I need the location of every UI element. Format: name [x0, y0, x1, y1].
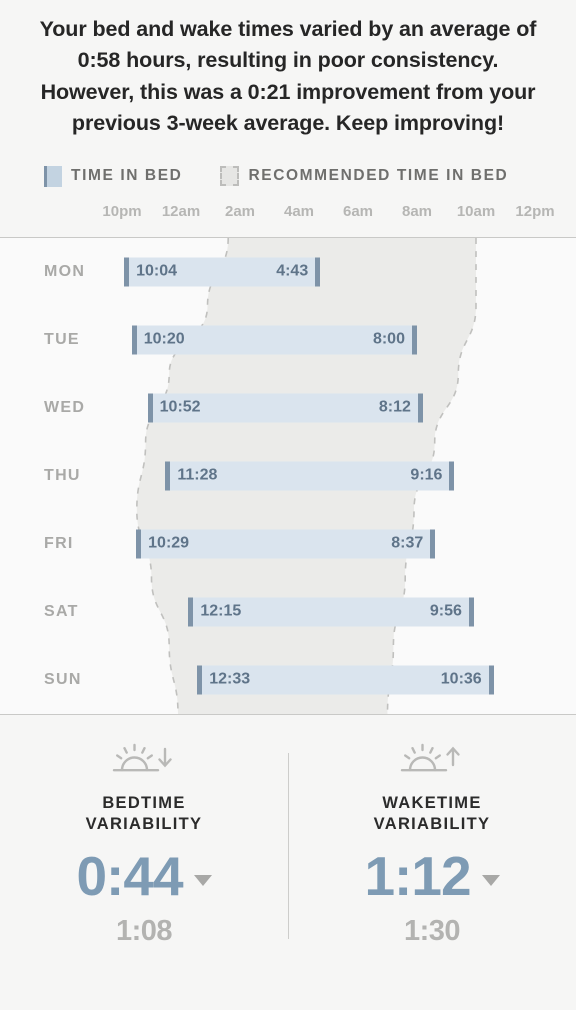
bar-end-time: 9:56	[429, 602, 462, 620]
chevron-down-icon[interactable]	[193, 875, 212, 887]
chart-row-mon[interactable]: MON 10:04 4:43	[0, 252, 576, 292]
stat-bedtime-variability[interactable]: BEDTIME VARIABILITY 0:44 1:08	[0, 715, 288, 977]
bar-start-time: 12:33	[209, 670, 251, 688]
axis-tick-2am: 2am	[224, 202, 256, 220]
legend-item-label: TIME IN BED	[71, 167, 183, 184]
stat-value-row[interactable]: 0:44	[76, 845, 212, 908]
time-in-bed-bar[interactable]: 12:33 10:36	[197, 665, 494, 694]
stat-value-row[interactable]: 1:12	[364, 845, 500, 908]
chart-row-sun[interactable]: SUN 12:33 10:36	[0, 660, 576, 700]
variability-stats: BEDTIME VARIABILITY 0:44 1:08 WAKETIME V…	[0, 715, 576, 977]
bar-start-time: 12:15	[200, 602, 242, 620]
axis-tick-4am: 4am	[283, 202, 315, 220]
time-in-bed-bar[interactable]: 10:52 8:12	[147, 393, 423, 422]
bar-start-time: 10:04	[136, 262, 177, 280]
stat-title-line1: BEDTIME	[102, 793, 186, 812]
axis-tick-10pm: 10pm	[102, 202, 142, 220]
chart-row-fri[interactable]: FRI 10:29 8:37	[0, 524, 576, 564]
day-label-sun: SUN	[44, 670, 82, 688]
time-in-bed-bar[interactable]: 11:28 9:16	[165, 461, 455, 490]
dashed-swatch-icon	[220, 166, 240, 186]
sunrise-icon	[400, 743, 460, 771]
stat-value: 0:44	[76, 845, 183, 908]
time-in-bed-bar[interactable]: 10:29 8:37	[136, 529, 436, 558]
chart-row-sat[interactable]: SAT 12:15 9:56	[0, 592, 576, 632]
bar-end-time: 9:16	[410, 466, 443, 484]
summary-text: Your bed and wake times varied by an ave…	[39, 17, 537, 136]
bar-end-time: 4:43	[276, 262, 309, 280]
day-label-wed: WED	[44, 398, 86, 416]
stat-waketime-variability[interactable]: WAKETIME VARIABILITY 1:12 1:30	[288, 715, 576, 977]
legend-item-time-in-bed: TIME IN BED	[44, 165, 183, 187]
bar-start-time: 10:20	[143, 330, 185, 348]
chart-row-thu[interactable]: THU 11:28 9:16	[0, 456, 576, 496]
day-label-thu: THU	[44, 466, 81, 484]
stat-value: 1:12	[364, 845, 471, 908]
axis-tick-12am: 12am	[161, 202, 201, 220]
day-label-mon: MON	[44, 262, 86, 280]
chart-legend: TIME IN BED RECOMMENDED TIME IN BED	[0, 140, 576, 187]
stat-title-line2: VARIABILITY	[373, 815, 491, 834]
chevron-down-icon[interactable]	[481, 875, 500, 887]
day-label-sat: SAT	[44, 602, 79, 620]
stat-title-line2: VARIABILITY	[85, 815, 203, 834]
sunset-icon	[112, 743, 172, 771]
bar-end-time: 10:36	[440, 670, 482, 688]
stat-title: WAKETIME VARIABILITY	[374, 793, 491, 837]
bar-end-time: 8:37	[391, 534, 424, 552]
time-axis: 10pm 12am 2am 4am 6am 8am 10am 12pm	[0, 203, 576, 229]
axis-tick-12pm: 12pm	[515, 202, 555, 220]
axis-tick-8am: 8am	[401, 202, 433, 220]
sleep-schedule-chart[interactable]: MON 10:04 4:43 TUE 10:20 8:00 WED 10:52 8:12 THU 1…	[0, 236, 576, 715]
day-label-fri: FRI	[44, 534, 74, 552]
stat-sub-value: 1:30	[403, 915, 461, 948]
stats-divider	[288, 752, 289, 939]
legend-item-recommended-time-in-bed: RECOMMENDED TIME IN BED	[220, 166, 508, 186]
solid-swatch-icon	[44, 165, 62, 187]
axis-tick-6am: 6am	[342, 202, 374, 220]
bar-start-time: 11:28	[177, 466, 218, 484]
legend-item-label: RECOMMENDED TIME IN BED	[248, 167, 509, 184]
time-in-bed-bar[interactable]: 10:04 4:43	[124, 257, 321, 286]
time-in-bed-bar[interactable]: 12:15 9:56	[188, 597, 474, 626]
bar-start-time: 10:52	[159, 398, 201, 416]
bar-start-time: 10:29	[148, 534, 190, 552]
chart-row-tue[interactable]: TUE 10:20 8:00	[0, 320, 576, 360]
bar-end-time: 8:00	[372, 330, 405, 348]
axis-tick-10am: 10am	[456, 202, 496, 220]
stat-title: BEDTIME VARIABILITY	[86, 793, 203, 837]
bar-end-time: 8:12	[378, 398, 411, 416]
day-label-tue: TUE	[44, 330, 80, 348]
chart-row-wed[interactable]: WED 10:52 8:12	[0, 388, 576, 428]
time-in-bed-bar[interactable]: 10:20 8:00	[131, 325, 417, 354]
stat-title-line1: WAKETIME	[382, 793, 482, 812]
stat-sub-value: 1:08	[115, 915, 173, 948]
